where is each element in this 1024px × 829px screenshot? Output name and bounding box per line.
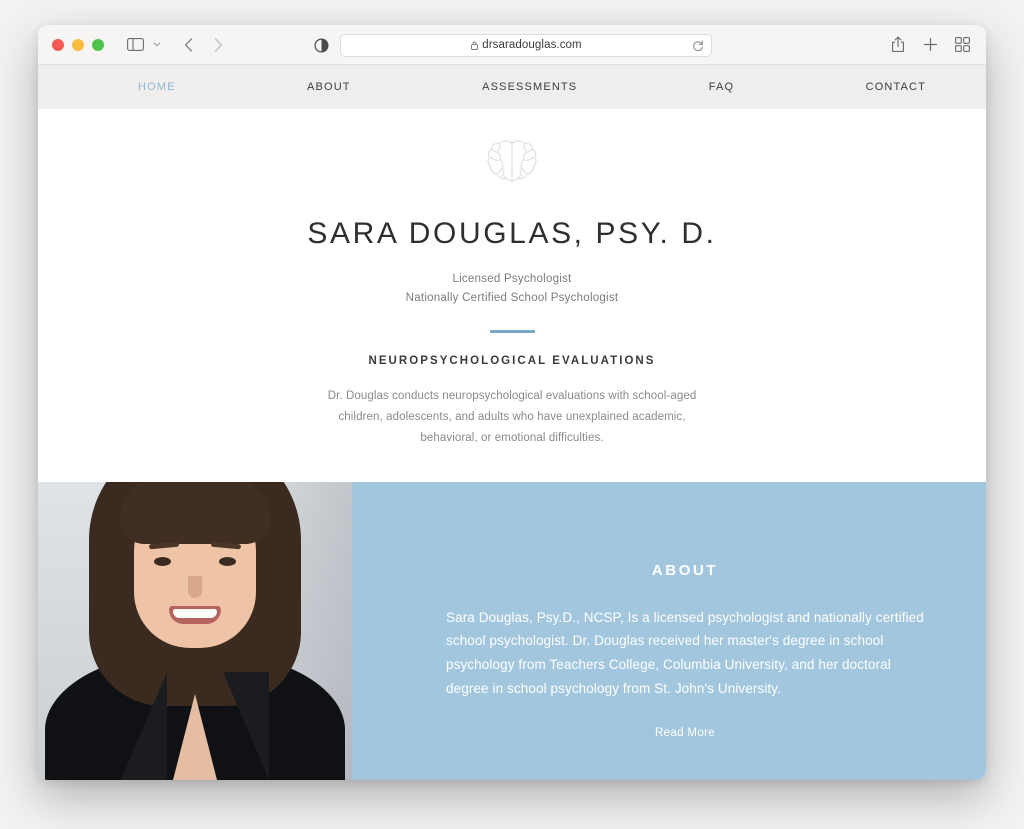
credential-line-2: Nationally Certified School Psychologist — [405, 291, 619, 304]
section-heading: NEUROPSYCHOLOGICAL EVALUATIONS — [368, 354, 656, 367]
window-controls — [52, 38, 104, 51]
about-copy-panel: ABOUT Sara Douglas, Psy.D., NCSP, Is a l… — [352, 481, 986, 780]
address-bar[interactable]: drsaradouglas.com — [340, 33, 712, 57]
privacy-report-icon[interactable] — [312, 36, 330, 54]
nav-item-contact[interactable]: CONTACT — [866, 81, 926, 93]
share-icon[interactable] — [888, 34, 908, 56]
portrait-eye-right — [219, 557, 236, 566]
browser-toolbar: drsaradouglas.com — [38, 25, 986, 65]
nav-item-about[interactable]: ABOUT — [307, 81, 351, 93]
about-title: ABOUT — [651, 561, 719, 579]
maximize-window-button[interactable] — [92, 38, 104, 51]
about-photo — [38, 481, 352, 780]
new-tab-icon[interactable] — [920, 34, 940, 56]
credentials-block: Licensed Psychologist Nationally Certifi… — [38, 270, 986, 308]
portrait-lapel-right — [223, 672, 269, 780]
close-window-button[interactable] — [52, 38, 64, 51]
url-text: drsaradouglas.com — [482, 39, 582, 51]
credential-line-1: Licensed Psychologist — [452, 273, 572, 285]
portrait-hair-front — [120, 481, 270, 544]
toolbar-right-actions — [888, 34, 972, 56]
hero-section: SARA DOUGLAS, PSY. D. Licensed Psycholog… — [38, 109, 986, 449]
site-navigation-list: HOME ABOUT ASSESSMENTS FAQ CONTACT — [138, 81, 926, 93]
about-text: Sara Douglas, Psy.D., NCSP, Is a license… — [446, 609, 924, 696]
site-navigation: HOME ABOUT ASSESSMENTS FAQ CONTACT — [38, 65, 986, 109]
page-title: SARA DOUGLAS, PSY. D. — [307, 217, 717, 250]
divider-rule — [489, 329, 535, 333]
back-button[interactable] — [178, 32, 198, 58]
tab-overview-icon[interactable] — [952, 34, 972, 56]
web-page: HOME ABOUT ASSESSMENTS FAQ CONTACT SARA … — [38, 65, 986, 780]
nav-item-assessments[interactable]: ASSESSMENTS — [482, 81, 577, 93]
reload-icon[interactable] — [692, 39, 704, 52]
portrait-mouth — [169, 606, 221, 624]
about-section: ABOUT Sara Douglas, Psy.D., NCSP, Is a l… — [38, 481, 986, 780]
navigation-arrows — [178, 32, 228, 58]
minimize-window-button[interactable] — [72, 38, 84, 51]
address-bar-content: drsaradouglas.com — [470, 39, 582, 51]
portrait-teeth — [173, 609, 217, 618]
chevron-down-icon[interactable] — [150, 32, 164, 58]
hero-description: Dr. Douglas conducts neuropsychological … — [327, 389, 697, 444]
portrait-lapel-left — [121, 672, 167, 780]
sidebar-toggle-icon[interactable] — [122, 32, 148, 58]
read-more-link[interactable]: Read More — [446, 727, 924, 739]
brain-icon — [484, 137, 540, 185]
forward-button[interactable] — [208, 32, 228, 58]
portrait-image — [38, 481, 352, 780]
browser-window: drsaradouglas.com HOME ABOUT ASSESSMENTS… — [38, 25, 986, 780]
lock-icon — [470, 40, 478, 50]
sidebar-controls — [122, 32, 164, 58]
nav-item-faq[interactable]: FAQ — [709, 81, 734, 93]
nav-item-home[interactable]: HOME — [138, 81, 176, 93]
portrait-nose — [188, 576, 202, 598]
portrait-eye-left — [154, 557, 171, 566]
